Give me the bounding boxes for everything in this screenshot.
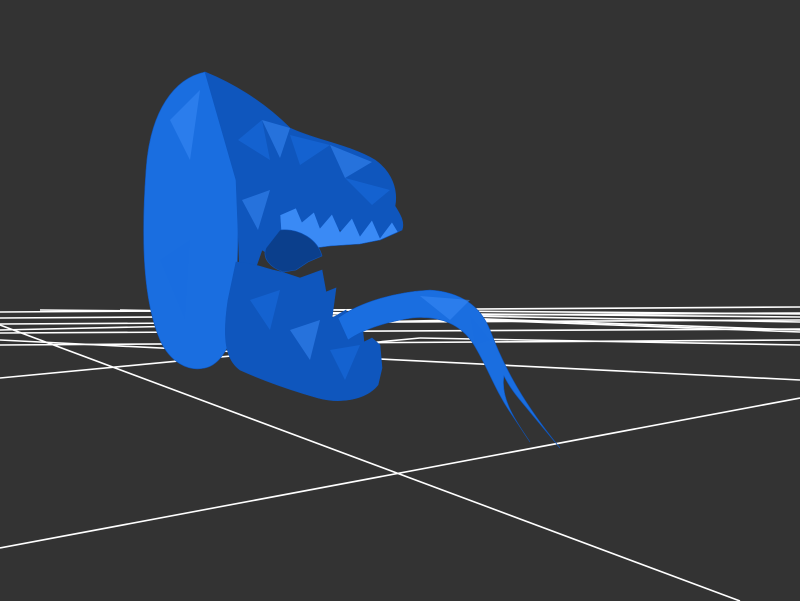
mesh-model[interactable] [143,71,561,449]
grid-line [0,328,800,334]
grid-lines [0,306,800,601]
grid-line [0,397,800,549]
floor-grid [0,306,800,601]
viewport-canvas[interactable] [0,0,800,601]
3d-viewport[interactable] [0,0,800,601]
grid-line [0,339,800,381]
